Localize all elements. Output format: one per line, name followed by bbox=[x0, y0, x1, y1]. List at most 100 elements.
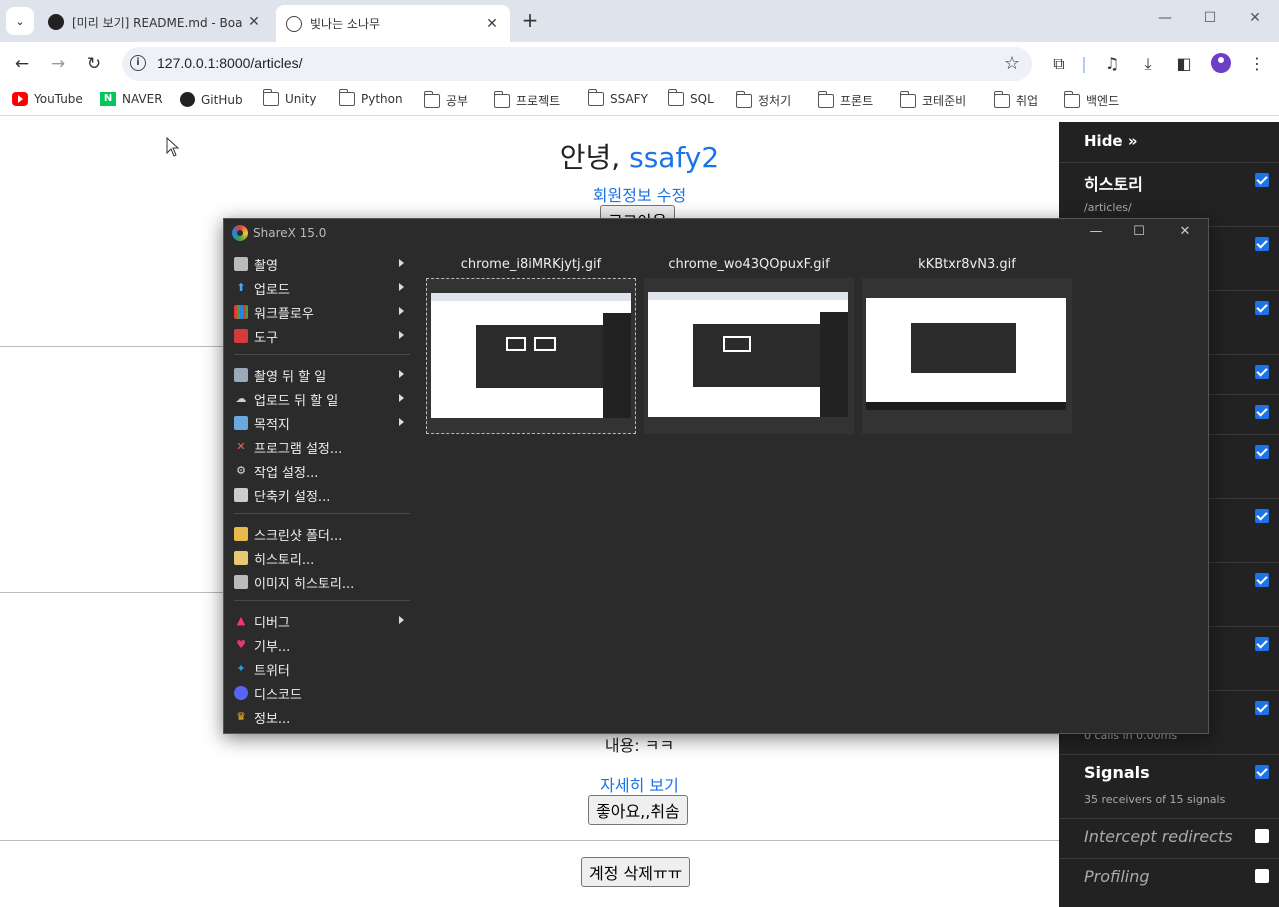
minimize-icon[interactable]: — bbox=[1086, 224, 1106, 242]
menu-about[interactable]: ♛ 정보... bbox=[230, 706, 410, 728]
tab-current[interactable]: 빛나는 소나무 ✕ bbox=[276, 5, 510, 42]
panel-subtitle: 35 receivers of 15 signals bbox=[1084, 793, 1226, 806]
panel-checkbox[interactable] bbox=[1255, 445, 1269, 459]
panel-profiling[interactable]: Profiling bbox=[1059, 858, 1279, 907]
panel-checkbox[interactable] bbox=[1255, 365, 1269, 379]
menu-after-upload[interactable]: ☁ 업로드 뒤 할 일 bbox=[230, 388, 410, 410]
tab-search-button[interactable]: ⌄ bbox=[6, 7, 34, 35]
menu-discord[interactable]: 디스코드 bbox=[230, 682, 410, 704]
bookmark-folder-python[interactable]: Python bbox=[338, 89, 403, 106]
extensions-icon[interactable]: ⧉ bbox=[1049, 54, 1069, 74]
delete-account-button[interactable]: 계정 삭제ㅠㅠ bbox=[581, 857, 691, 887]
new-tab-button[interactable]: + bbox=[520, 10, 540, 32]
panel-checkbox[interactable] bbox=[1255, 869, 1269, 883]
bookmark-label: GitHub bbox=[201, 92, 243, 107]
detail-link[interactable]: 자세히 보기 bbox=[600, 776, 679, 795]
thumbnail-image bbox=[431, 293, 631, 418]
bookmark-folder-unity[interactable]: Unity bbox=[262, 89, 317, 106]
menu-screenshot-folder[interactable]: 스크린샷 폴더... bbox=[230, 523, 410, 545]
side-panel-icon[interactable]: ◧ bbox=[1174, 54, 1194, 74]
menu-task-settings[interactable]: ⚙ 작업 설정... bbox=[230, 460, 410, 482]
like-button[interactable]: 좋아요,,취솜 bbox=[588, 795, 688, 825]
menu-workflow[interactable]: 워크플로우 bbox=[230, 301, 410, 323]
profile-edit-link[interactable]: 회원정보 수정 bbox=[593, 186, 686, 205]
menu-image-history[interactable]: 이미지 히스토리... bbox=[230, 571, 410, 593]
menu-app-settings[interactable]: ✕ 프로그램 설정... bbox=[230, 436, 410, 458]
bookmark-folder-cert[interactable]: 정처기 bbox=[735, 90, 791, 109]
minimize-icon[interactable]: — bbox=[1155, 10, 1175, 30]
close-icon[interactable]: ✕ bbox=[1175, 224, 1195, 242]
close-icon[interactable]: ✕ bbox=[246, 14, 262, 30]
reload-icon[interactable]: ↻ bbox=[84, 54, 104, 74]
download-icon[interactable]: ⤓ bbox=[1138, 54, 1158, 74]
panel-checkbox[interactable] bbox=[1255, 173, 1269, 187]
address-bar[interactable]: i 127.0.0.1:8000/articles/ ☆ bbox=[122, 47, 1032, 81]
bookmark-folder-coding-test[interactable]: 코테준비 bbox=[899, 90, 966, 109]
menu-capture[interactable]: 촬영 bbox=[230, 253, 410, 275]
panel-checkbox[interactable] bbox=[1255, 405, 1269, 419]
menu-debug[interactable]: ▲ 디버그 bbox=[230, 610, 410, 632]
bookmark-github[interactable]: GitHub bbox=[180, 92, 243, 107]
panel-checkbox[interactable] bbox=[1255, 237, 1269, 251]
history-thumbnail[interactable]: chrome_i8iMRKjytj.gif bbox=[426, 255, 636, 435]
bookmark-naver[interactable]: N NAVER bbox=[100, 92, 163, 106]
panel-history[interactable]: 히스토리 /articles/ bbox=[1059, 162, 1279, 226]
submenu-arrow-icon bbox=[399, 616, 404, 624]
panel-checkbox[interactable] bbox=[1255, 301, 1269, 315]
panel-checkbox[interactable] bbox=[1255, 765, 1269, 779]
username-link[interactable]: ssafy2 bbox=[629, 141, 719, 174]
bookmark-youtube[interactable]: YouTube bbox=[12, 92, 83, 106]
panel-checkbox[interactable] bbox=[1255, 509, 1269, 523]
menu-twitter[interactable]: ✦ 트위터 bbox=[230, 658, 410, 680]
menu-after-capture[interactable]: 촬영 뒤 할 일 bbox=[230, 364, 410, 386]
maximize-icon[interactable]: ☐ bbox=[1200, 10, 1220, 30]
url-text[interactable]: 127.0.0.1:8000/articles/ bbox=[157, 55, 303, 71]
bookmark-folder-backend[interactable]: 백엔드 bbox=[1063, 90, 1119, 109]
panel-signals[interactable]: Signals 35 receivers of 15 signals bbox=[1059, 754, 1279, 818]
bookmark-folder-study[interactable]: 공부 bbox=[423, 90, 468, 109]
site-info-icon[interactable]: i bbox=[130, 55, 146, 71]
menu-dots-icon[interactable]: ⋮ bbox=[1247, 54, 1267, 74]
panel-checkbox[interactable] bbox=[1255, 637, 1269, 651]
close-icon[interactable]: ✕ bbox=[484, 16, 500, 32]
history-thumbnail[interactable]: chrome_wo43QOpuxF.gif bbox=[644, 255, 854, 435]
folder-icon bbox=[993, 90, 1010, 108]
sharex-titlebar[interactable]: ShareX 15.0 — ☐ ✕ bbox=[224, 219, 1208, 247]
bookmark-folder-front[interactable]: 프론트 bbox=[817, 90, 873, 109]
history-thumbnail[interactable]: kKBtxr8vN3.gif bbox=[862, 255, 1072, 435]
menu-tools[interactable]: 도구 bbox=[230, 325, 410, 347]
tab-readme[interactable]: [미리 보기] README.md - Boa ✕ bbox=[38, 6, 272, 38]
menu-history[interactable]: 히스토리... bbox=[230, 547, 410, 569]
close-window-icon[interactable]: ✕ bbox=[1245, 10, 1265, 30]
bookmark-folder-ssafy[interactable]: SSAFY bbox=[587, 89, 648, 106]
menu-upload[interactable]: ⬆ 업로드 bbox=[230, 277, 410, 299]
hotkey-settings-icon bbox=[234, 488, 248, 502]
folder-icon bbox=[735, 90, 752, 108]
maximize-icon[interactable]: ☐ bbox=[1129, 224, 1149, 242]
profile-avatar[interactable] bbox=[1211, 53, 1231, 73]
menu-label: 작업 설정... bbox=[254, 465, 319, 481]
forward-icon[interactable]: → bbox=[48, 54, 68, 74]
bookmark-folder-project[interactable]: 프로젝트 bbox=[493, 90, 560, 109]
bookmark-label: Unity bbox=[285, 92, 317, 106]
media-control-icon[interactable]: ♫ bbox=[1102, 54, 1122, 74]
bookmark-folder-sql[interactable]: SQL bbox=[667, 89, 714, 106]
menu-label: 정보... bbox=[254, 711, 291, 727]
menu-donate[interactable]: ♥ 기부... bbox=[230, 634, 410, 656]
back-icon[interactable]: ← bbox=[12, 54, 32, 74]
youtube-icon bbox=[12, 92, 28, 106]
panel-checkbox[interactable] bbox=[1255, 829, 1269, 843]
hide-toolbar-button[interactable]: Hide » bbox=[1084, 132, 1138, 150]
panel-subtitle: /articles/ bbox=[1084, 201, 1132, 214]
menu-label: 촬영 bbox=[254, 258, 278, 274]
bookmark-star-icon[interactable]: ☆ bbox=[1004, 53, 1020, 74]
twitter-icon: ✦ bbox=[236, 662, 246, 675]
menu-label: 프로그램 설정... bbox=[254, 441, 343, 457]
panel-checkbox[interactable] bbox=[1255, 701, 1269, 715]
bookmark-folder-job[interactable]: 취업 bbox=[993, 90, 1038, 109]
after-capture-icon bbox=[234, 368, 248, 382]
panel-checkbox[interactable] bbox=[1255, 573, 1269, 587]
panel-intercept-redirects[interactable]: Intercept redirects bbox=[1059, 818, 1279, 858]
menu-hotkey-settings[interactable]: 단축키 설정... bbox=[230, 484, 410, 506]
menu-destinations[interactable]: 목적지 bbox=[230, 412, 410, 434]
